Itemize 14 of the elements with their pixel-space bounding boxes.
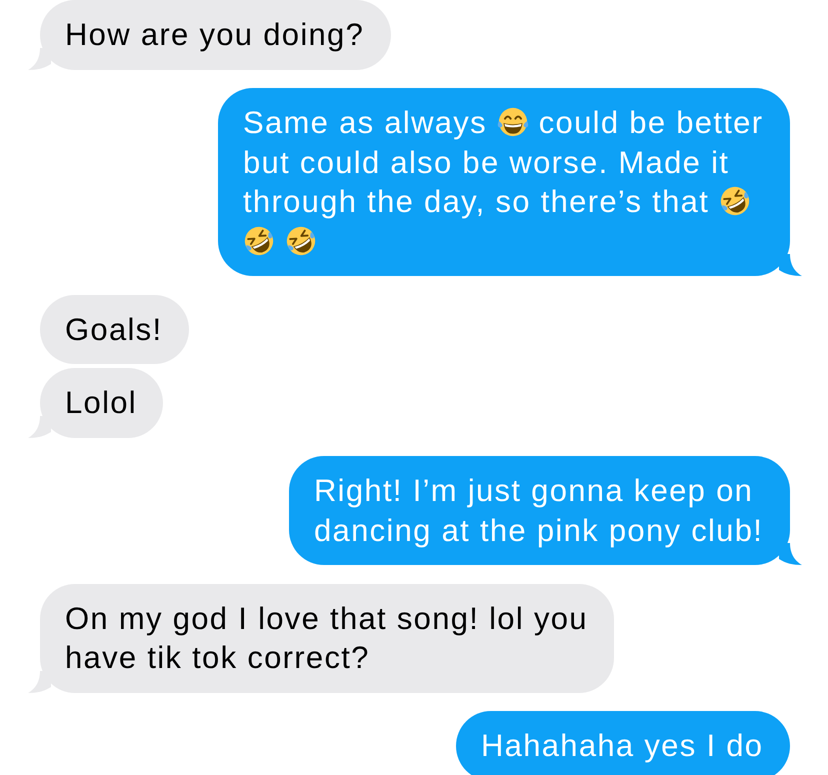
message-text: Same as always — [243, 105, 487, 140]
tilted-laughing-face-icon — [284, 224, 317, 256]
message-text: Lolol — [65, 385, 137, 420]
message-text: through the day, so there’s that — [243, 184, 710, 219]
message-text: could be better — [538, 105, 764, 140]
message-text: Goals! — [65, 312, 162, 346]
message-text: On my god I love that song! lol you have tik tok correct? — [65, 600, 588, 675]
message-text: Hahahaha yes I do — [481, 728, 764, 763]
message-text: How are you doing? — [65, 17, 364, 52]
message-text: but could also be worse. Made it — [243, 144, 730, 180]
crying-laughing-face-icon — [496, 106, 529, 138]
message-text: Right! I’m just gonna keep on dancing at the pink pony club! — [314, 473, 764, 548]
tilted-laughing-face-icon — [243, 224, 275, 256]
tilted-laughing-face-icon — [719, 185, 752, 217]
